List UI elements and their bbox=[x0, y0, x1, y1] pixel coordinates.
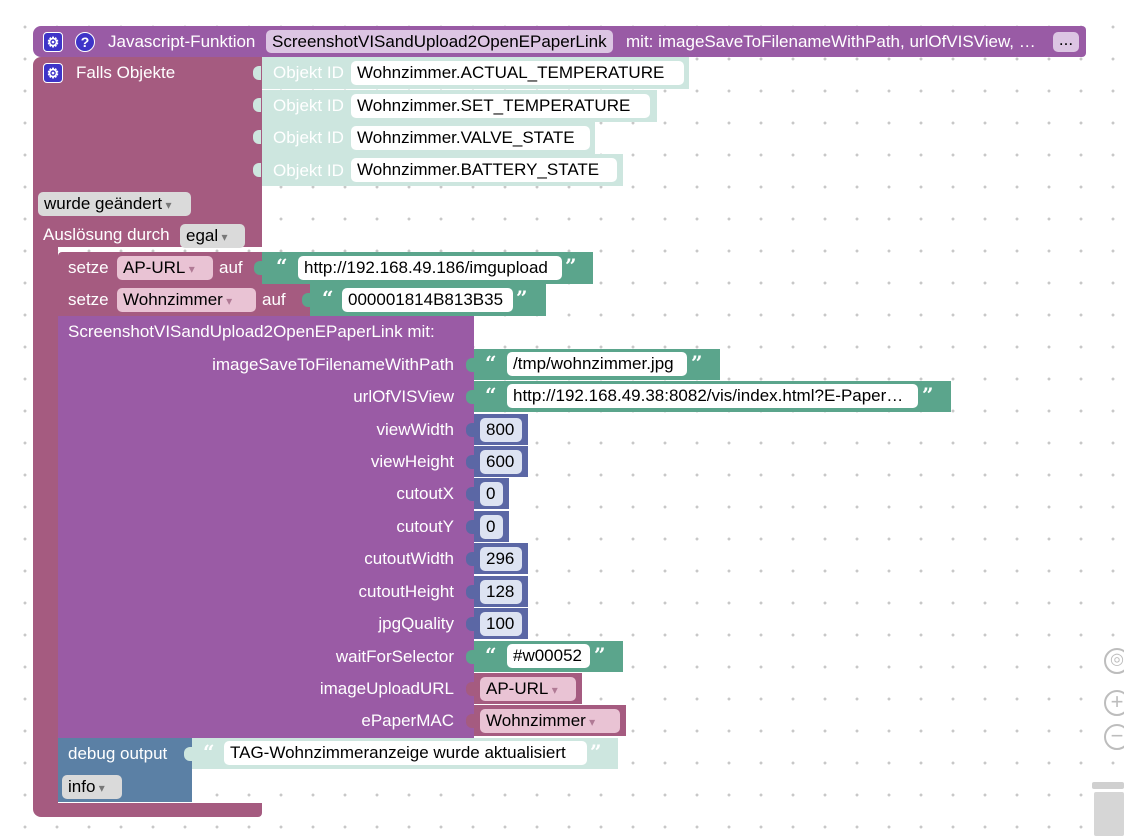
close-quote-icon: ” bbox=[691, 351, 703, 375]
object-id-field[interactable]: Wohnzimmer.BATTERY_STATE bbox=[351, 158, 617, 182]
param-label: jpgQuality bbox=[378, 614, 454, 633]
trigger-block-arm bbox=[33, 247, 58, 807]
param-label: cutoutY bbox=[396, 517, 454, 536]
debug-output-label: debug output bbox=[68, 744, 168, 763]
text-value-field[interactable]: http://192.168.49.186/imgupload bbox=[298, 256, 562, 280]
number-field[interactable]: 600 bbox=[480, 450, 522, 474]
input-notch bbox=[466, 585, 474, 599]
text-value-field[interactable]: TAG-Wohnzimmeranzeige wurde aktualisiert bbox=[224, 741, 587, 765]
trigger-label: Falls Objekte bbox=[76, 63, 176, 82]
set-keyword: setze bbox=[68, 258, 109, 277]
number-field[interactable]: 0 bbox=[480, 482, 503, 506]
number-field[interactable]: 800 bbox=[480, 418, 522, 442]
input-notch bbox=[466, 714, 474, 728]
close-quote-icon: ” bbox=[922, 383, 934, 407]
close-quote-icon: ” bbox=[516, 286, 528, 310]
trigger-by-dropdown[interactable]: egal bbox=[180, 224, 245, 248]
object-id-label: Objekt ID bbox=[273, 128, 344, 147]
input-notch bbox=[254, 261, 262, 275]
number-field[interactable]: 296 bbox=[480, 547, 522, 571]
param-label: cutoutX bbox=[396, 484, 454, 503]
open-quote-icon: “ bbox=[276, 254, 288, 278]
set-auf-label: auf bbox=[219, 258, 243, 277]
input-notch bbox=[253, 98, 261, 112]
function-help-icon[interactable]: ? bbox=[75, 32, 95, 52]
input-notch bbox=[466, 487, 474, 501]
object-id-field[interactable]: Wohnzimmer.VALVE_STATE bbox=[351, 126, 590, 150]
input-notch bbox=[466, 390, 474, 404]
procedure-call-name: ScreenshotVISandUpload2OpenEPaperLink mi… bbox=[68, 322, 435, 341]
variable-dropdown[interactable]: AP-URL bbox=[480, 677, 576, 701]
text-value-field[interactable]: /tmp/wohnzimmer.jpg bbox=[507, 352, 687, 376]
param-label: viewWidth bbox=[376, 420, 454, 439]
param-label: ePaperMAC bbox=[361, 711, 454, 730]
trigger-by-label: Auslösung durch bbox=[43, 225, 170, 244]
function-header-label: Javascript-Funktion bbox=[108, 32, 256, 51]
function-params-text: mit: imageSaveToFilenameWithPath, urlOfV… bbox=[626, 32, 1036, 51]
object-id-field[interactable]: Wohnzimmer.ACTUAL_TEMPERATURE bbox=[351, 61, 684, 85]
number-field[interactable]: 128 bbox=[480, 580, 522, 604]
number-field[interactable]: 0 bbox=[480, 515, 503, 539]
close-quote-icon: ” bbox=[565, 254, 577, 278]
input-notch bbox=[466, 552, 474, 566]
open-quote-icon: “ bbox=[485, 383, 497, 407]
input-notch bbox=[253, 66, 261, 80]
function-name-field[interactable]: ScreenshotVISandUpload2OpenEPaperLink bbox=[266, 30, 613, 53]
close-quote-icon: ” bbox=[594, 643, 606, 667]
trigger-settings-gear-icon[interactable]: ⚙ bbox=[43, 63, 63, 83]
trash-lid bbox=[1092, 782, 1124, 789]
trash-icon[interactable] bbox=[1092, 780, 1124, 836]
open-quote-icon: “ bbox=[322, 286, 334, 310]
param-label: viewHeight bbox=[370, 452, 454, 471]
zoom-in-icon[interactable]: + bbox=[1104, 690, 1124, 716]
set-auf-label: auf bbox=[262, 290, 286, 309]
input-notch bbox=[466, 423, 474, 437]
input-notch bbox=[466, 520, 474, 534]
zoom-reset-icon[interactable]: ◎ bbox=[1104, 648, 1124, 674]
input-notch bbox=[466, 358, 474, 372]
trash-body bbox=[1094, 792, 1124, 836]
object-id-label: Objekt ID bbox=[273, 63, 344, 82]
param-label: imageSaveToFilenameWithPath bbox=[212, 355, 454, 374]
trigger-block-bottom bbox=[33, 803, 262, 817]
param-label: cutoutWidth bbox=[364, 549, 454, 568]
text-value-field[interactable]: 000001814B813B35 bbox=[342, 288, 513, 312]
param-label: waitForSelector bbox=[335, 647, 454, 666]
condition-dropdown[interactable]: wurde geändert bbox=[38, 192, 191, 216]
trigger-block-top[interactable] bbox=[33, 57, 262, 247]
input-notch bbox=[466, 617, 474, 631]
number-field[interactable]: 100 bbox=[480, 612, 522, 636]
open-quote-icon: “ bbox=[203, 740, 215, 764]
input-notch bbox=[184, 747, 192, 761]
param-label: imageUploadURL bbox=[319, 679, 454, 698]
log-level-dropdown[interactable]: info bbox=[62, 775, 122, 799]
param-label: cutoutHeight bbox=[358, 582, 454, 601]
text-value-field[interactable]: #w00052 bbox=[507, 644, 590, 668]
object-id-label: Objekt ID bbox=[273, 96, 344, 115]
function-settings-gear-icon[interactable]: ⚙ bbox=[43, 32, 63, 52]
variable-dropdown[interactable]: Wohnzimmer bbox=[117, 288, 256, 312]
function-more-button[interactable]: ... bbox=[1053, 32, 1079, 52]
zoom-out-icon[interactable]: − bbox=[1104, 724, 1124, 750]
object-id-label: Objekt ID bbox=[273, 161, 344, 180]
close-quote-icon: ” bbox=[590, 740, 602, 764]
variable-dropdown[interactable]: Wohnzimmer bbox=[480, 709, 620, 733]
input-notch bbox=[466, 682, 474, 696]
object-id-field[interactable]: Wohnzimmer.SET_TEMPERATURE bbox=[351, 94, 650, 118]
input-notch bbox=[302, 293, 310, 307]
open-quote-icon: “ bbox=[485, 643, 497, 667]
input-notch bbox=[253, 130, 261, 144]
text-value-field[interactable]: http://192.168.49.38:8082/vis/index.html… bbox=[507, 384, 918, 408]
input-notch bbox=[466, 455, 474, 469]
input-notch bbox=[466, 650, 474, 664]
open-quote-icon: “ bbox=[485, 351, 497, 375]
input-notch bbox=[253, 163, 261, 177]
variable-dropdown[interactable]: AP-URL bbox=[117, 256, 213, 280]
set-keyword: setze bbox=[68, 290, 109, 309]
param-label: urlOfVISView bbox=[353, 387, 454, 406]
